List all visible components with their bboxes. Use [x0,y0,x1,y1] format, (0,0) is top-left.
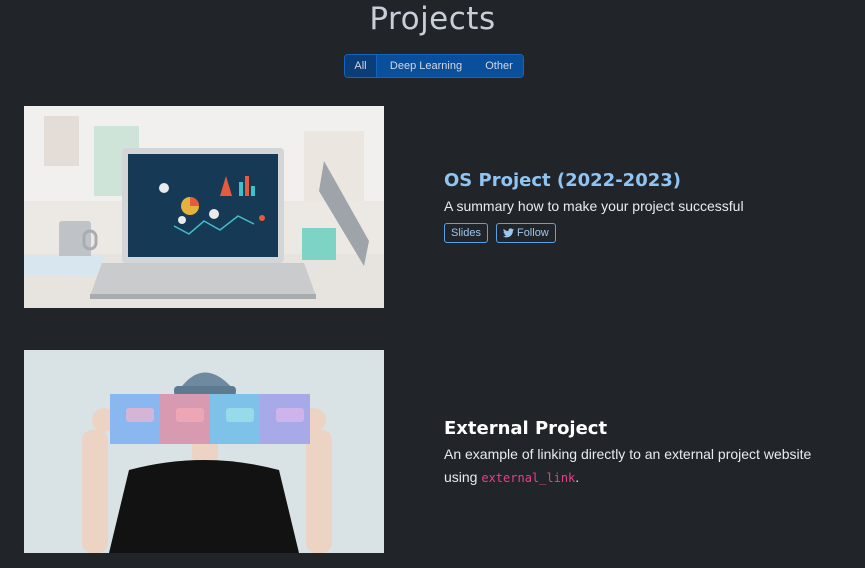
slides-button-label: Slides [451,227,481,239]
project-image-laptop [24,106,384,308]
project-image-person [24,350,384,553]
page: Projects All Deep Learning Other OS Proj… [0,0,865,568]
project-thumbnail-external[interactable] [24,350,384,553]
filter-all-button[interactable]: All [345,55,377,77]
project-summary-os: A summary how to make your project succe… [444,198,744,214]
project-summary-external: An example of linking directly to an ext… [444,443,834,490]
twitter-icon [502,228,514,238]
project-filter: All Deep Learning Other [344,54,524,78]
filter-other-button[interactable]: Other [475,55,523,77]
page-title: Projects [369,1,496,37]
summary-suffix: . [575,469,580,485]
slides-button[interactable]: Slides [444,223,488,243]
project-title-external[interactable]: External Project [444,418,607,439]
summary-code: external_link [481,471,576,485]
follow-button[interactable]: Follow [495,223,556,243]
project-buttons-os: Slides Follow [444,223,556,243]
project-thumbnail-os[interactable] [24,106,384,308]
filter-deep-learning-button[interactable]: Deep Learning [377,55,475,77]
project-title-os[interactable]: OS Project (2022-2023) [444,170,681,191]
follow-button-label: Follow [516,227,549,239]
